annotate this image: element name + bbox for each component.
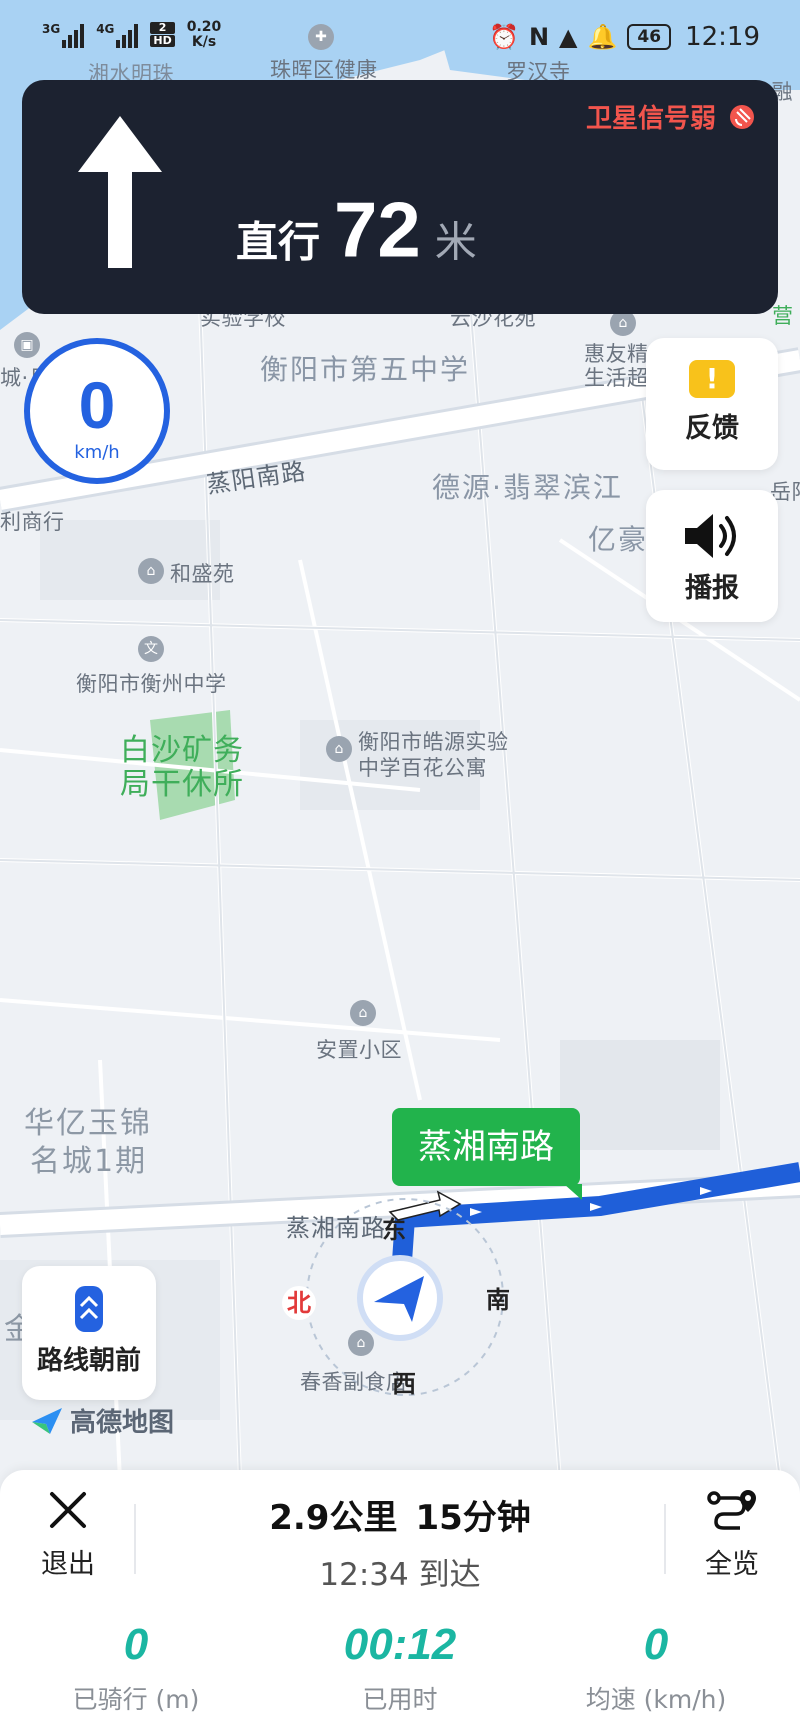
map-label: 中学百花公寓: [358, 756, 487, 780]
map-label: 白沙矿务: [120, 733, 244, 768]
hd-indicator-icon: 2 HD: [150, 22, 175, 48]
feedback-icon: !: [689, 360, 735, 398]
remaining-time: 15分钟: [415, 1498, 531, 1538]
map-label: 局干休所: [120, 767, 244, 802]
arrival-time: 12:34 到达: [319, 1557, 481, 1593]
remaining-distance: 2.9公里: [269, 1498, 398, 1538]
compass-west: 西: [392, 1370, 416, 1398]
gps-warning-text: 卫星信号弱: [585, 104, 716, 134]
satellite-icon: [730, 104, 754, 129]
stat-distance-ridden: 0 已骑行 (m): [72, 1620, 200, 1714]
poi-residence-icon: ⌂: [138, 558, 164, 584]
map-label: 华亿玉锦: [24, 1106, 152, 1141]
map-label: 衡阳市衡州中学: [76, 672, 227, 696]
stat-elapsed-time: 00:12 已用时: [343, 1620, 457, 1714]
compass-east: 东: [382, 1216, 406, 1244]
navigation-icon: ▲: [559, 23, 578, 51]
exit-label: 退出: [41, 1549, 95, 1580]
current-speed: 0: [78, 368, 116, 442]
battery-icon: 46: [627, 24, 672, 50]
close-icon: [50, 1492, 86, 1528]
instruction-action: 直行: [236, 217, 321, 267]
map-label: 亿豪: [588, 523, 649, 556]
speaker-icon: [685, 514, 736, 558]
map-label: 生活超: [584, 366, 649, 390]
instruction-distance: 72: [334, 185, 421, 274]
bell-icon: 🔔: [587, 23, 618, 51]
poi-residence-icon: ⌂: [326, 736, 352, 762]
feedback-label: 反馈: [685, 413, 739, 444]
route-overview-icon: [707, 1490, 756, 1530]
compass-south: 南: [486, 1286, 510, 1314]
status-bar: 3G 4G 2 HD 0.20 K/s ⏰ N ▲ 🔔 46 12:19: [0, 0, 800, 76]
signal-3g-icon: 3G: [42, 22, 85, 48]
logo-text: 高德地图: [70, 1408, 175, 1438]
map-label: 利商行: [0, 510, 65, 534]
divider: [134, 1504, 136, 1574]
clock: 12:19: [685, 22, 760, 52]
route-forward-label: 路线朝前: [36, 1346, 141, 1376]
nfc-icon: N: [528, 23, 550, 51]
speedometer: 0 km/h: [24, 338, 170, 484]
overview-label: 全览: [705, 1549, 759, 1580]
current-location-icon: [360, 1258, 440, 1338]
map-label: 名城1期: [30, 1144, 148, 1179]
compass-north: 北: [282, 1286, 316, 1320]
map-label: 和盛苑: [170, 562, 235, 586]
amap-logo-icon: [32, 1407, 62, 1434]
turn-instruction: 直行 72 米: [236, 185, 477, 276]
divider: [664, 1504, 666, 1574]
gps-warning: 卫星信号弱: [586, 98, 756, 135]
current-street-tag: 蒸湘南路: [392, 1108, 582, 1200]
voice-broadcast-button[interactable]: 播报: [646, 490, 778, 622]
map-label: 德源·翡翠滨江: [432, 471, 623, 504]
map-label: 营: [772, 304, 794, 328]
trip-summary: 2.9公里 15分钟 12:34 到达: [140, 1490, 660, 1594]
route-forward-button[interactable]: 路线朝前: [22, 1266, 156, 1400]
overview-button[interactable]: 全览: [690, 1488, 774, 1581]
feedback-button[interactable]: ! 反馈: [646, 338, 778, 470]
map-label: 衡阳市第五中学: [260, 353, 471, 386]
poi-school-icon: 文: [138, 636, 164, 662]
instruction-unit: 米: [434, 217, 477, 267]
lane-heading-icon: [75, 1286, 103, 1332]
signal-4g-icon: 4G: [96, 22, 139, 48]
poi-residence-icon: ⌂: [350, 1000, 376, 1026]
speed-unit: km/h: [74, 442, 120, 463]
bottom-panel: 退出 2.9公里 15分钟 12:34 到达 全览 0 已骑行 (m) 00:12…: [0, 1470, 800, 1733]
network-speed: 0.20 K/s: [186, 19, 222, 50]
map-label: 安置小区: [316, 1038, 402, 1062]
stat-average-speed: 0 均速 (km/h): [585, 1620, 727, 1714]
exit-button[interactable]: 退出: [26, 1488, 110, 1581]
navigation-banner: 直行 72 米 卫星信号弱: [22, 80, 778, 314]
straight-arrow-icon: [78, 116, 162, 268]
broadcast-label: 播报: [685, 573, 739, 604]
amap-logo: 高德地图: [30, 1402, 174, 1439]
map-road-label: 蒸湘南路: [286, 1214, 386, 1242]
alarm-icon: ⏰: [489, 23, 519, 51]
poi-icon: ▣: [14, 332, 40, 358]
